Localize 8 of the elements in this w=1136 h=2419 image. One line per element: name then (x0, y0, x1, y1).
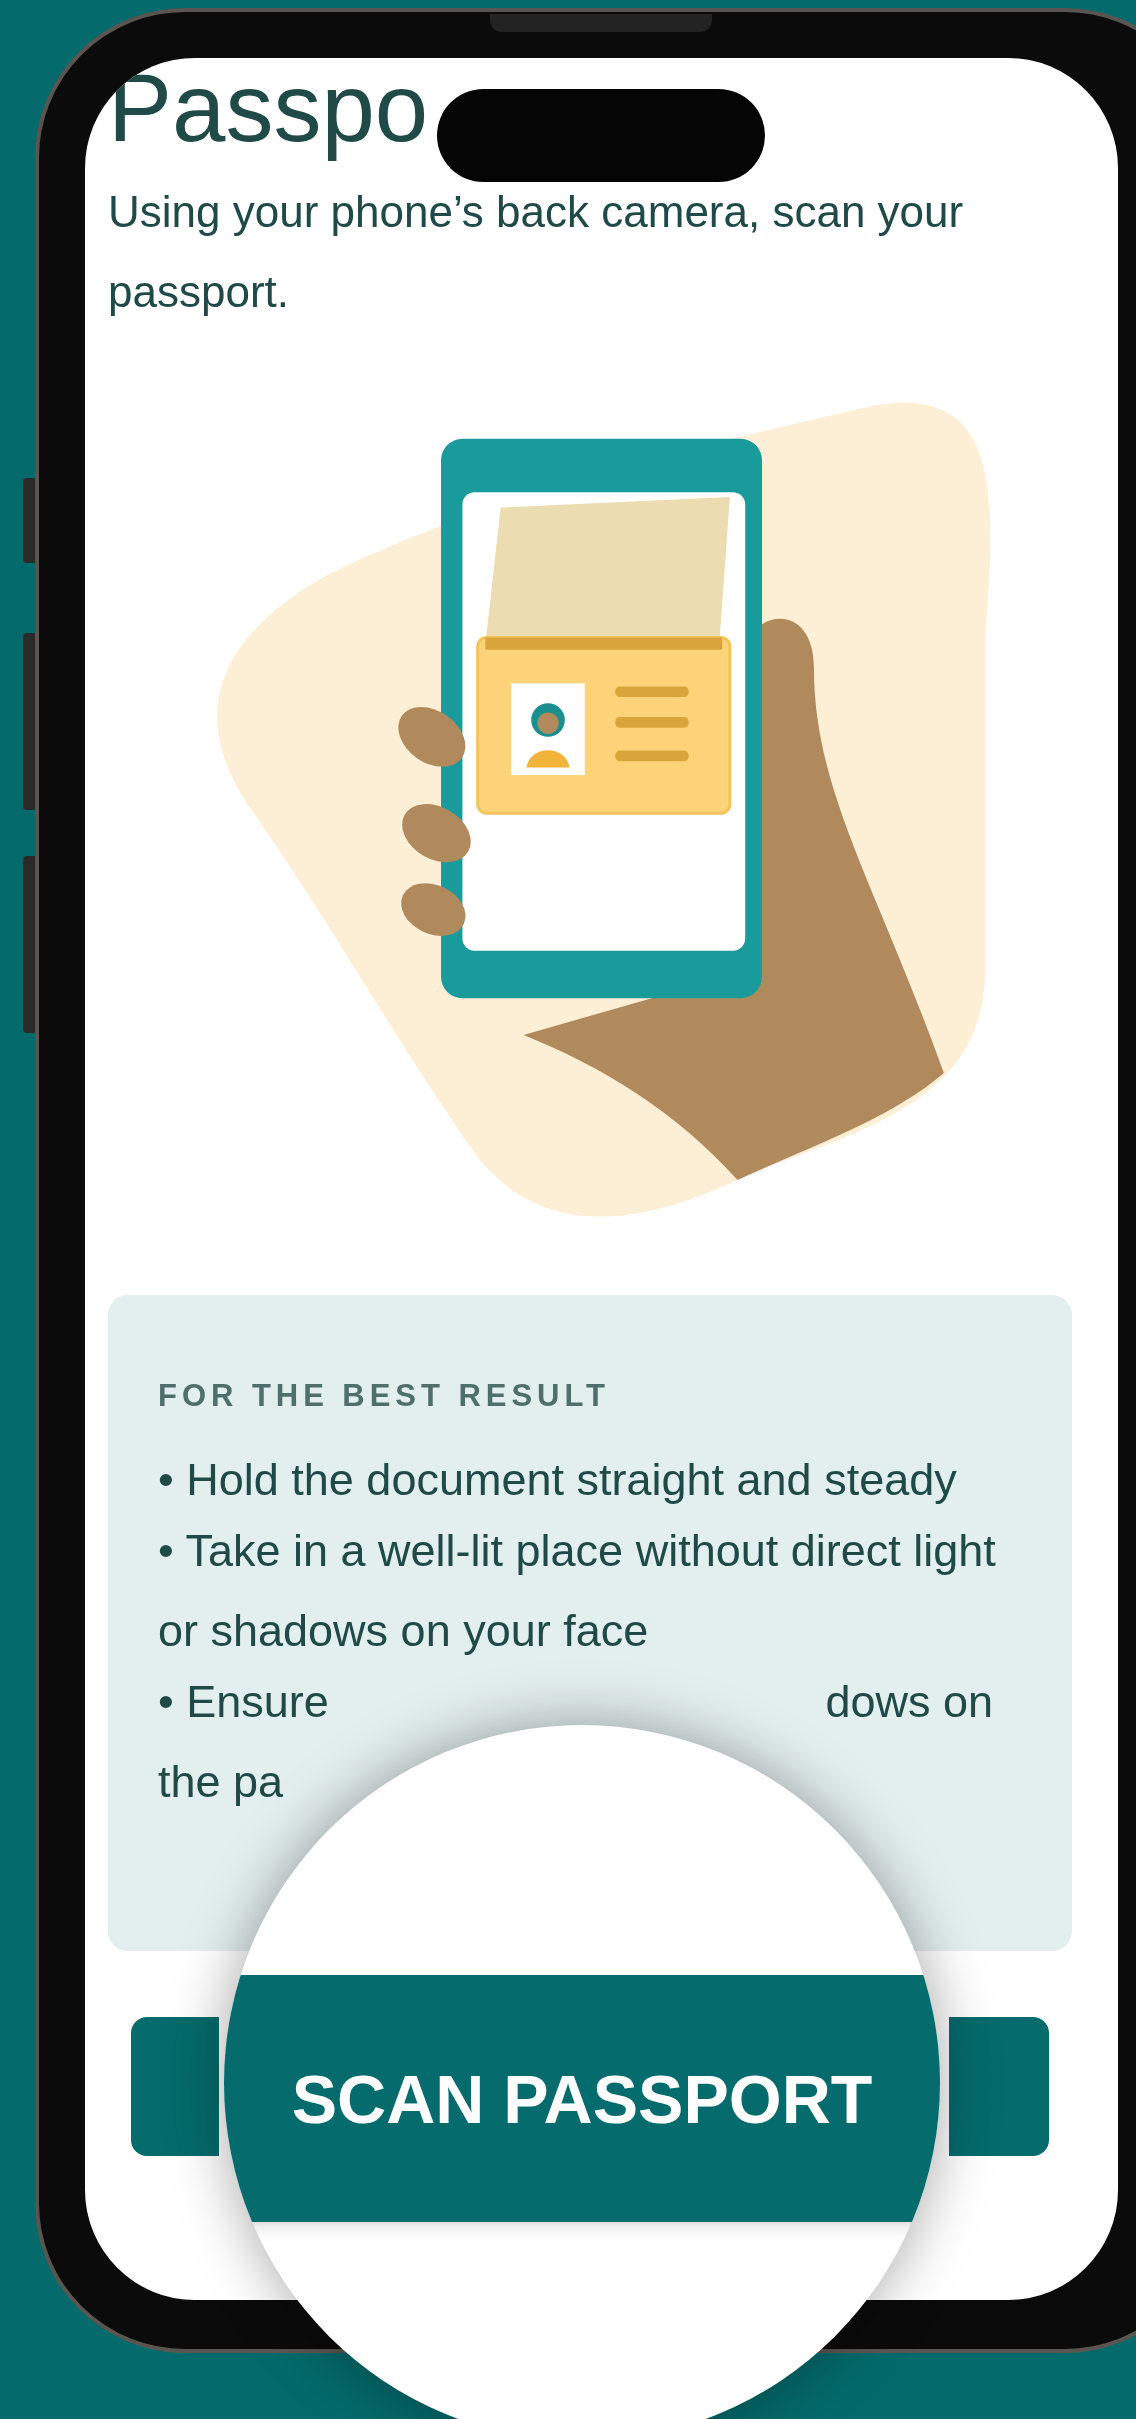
tip-text: dows on (825, 1674, 993, 1729)
tips-heading: FOR THE BEST RESULT (158, 1377, 611, 1415)
tip-text: the pa (158, 1754, 284, 1809)
scan-passport-button[interactable]: SCAN PASSPORT (224, 1975, 940, 2222)
tip-text: • Ensure (158, 1674, 329, 1729)
screen-title: Passpo (108, 60, 429, 160)
screen-subtitle: Using your phone’s back camera, scan your passport. (108, 186, 965, 318)
tip-text: • Hold the document straight and steady (158, 1452, 958, 1507)
